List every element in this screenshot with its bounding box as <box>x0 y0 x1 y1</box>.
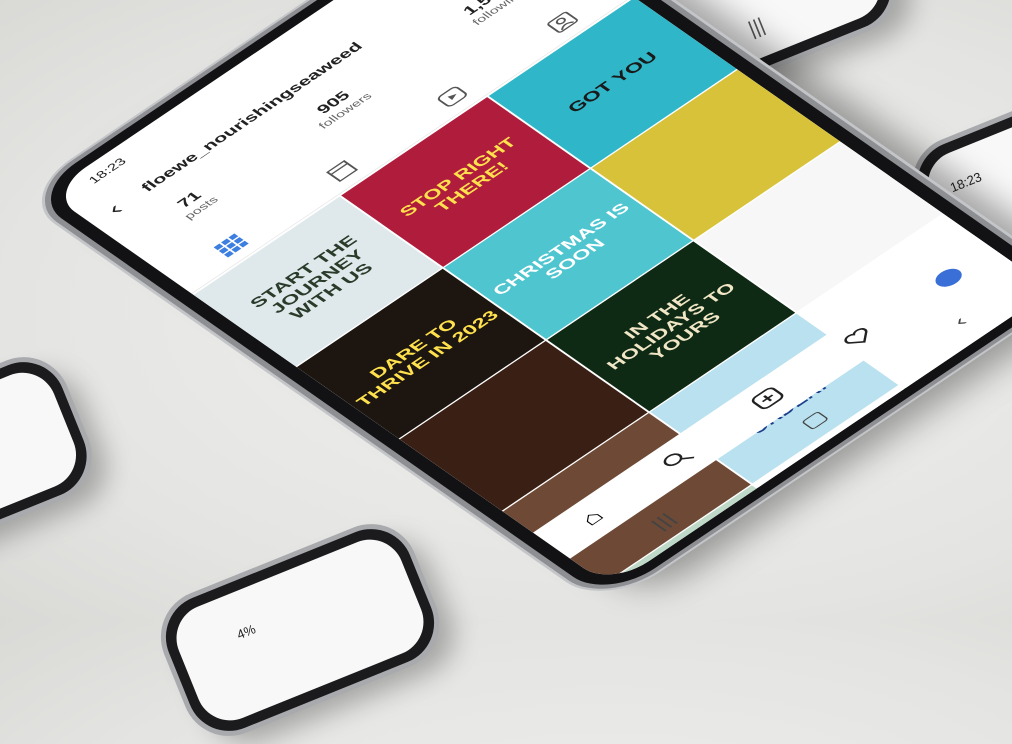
post-caption <box>721 564 738 576</box>
recent-apps-icon: ||| <box>745 14 769 41</box>
heart-nav-icon[interactable] <box>838 324 880 353</box>
phone-frame: 18:23 5% ‹ floewe_nourishingseaweed 71 p… <box>28 0 1012 601</box>
add-post-nav-icon[interactable] <box>748 385 790 414</box>
main-phone: 18:23 5% ‹ floewe_nourishingseaweed 71 p… <box>28 0 1012 601</box>
post-caption <box>515 420 532 432</box>
post-caption: GOT YOU <box>563 48 662 116</box>
following-stat[interactable]: 1,524 following <box>456 0 528 27</box>
tagged-icon <box>546 12 578 34</box>
background-phone-screen <box>0 362 87 538</box>
posts-stat[interactable]: 71 posts <box>168 185 221 221</box>
background-phone-left <box>0 349 100 551</box>
post-caption <box>707 149 724 161</box>
grid-icon <box>213 233 249 258</box>
background-phone-screen: 4% <box>166 529 434 731</box>
search-nav-icon[interactable] <box>657 445 699 474</box>
background-phone-bottom: 4% <box>153 516 447 744</box>
post-caption <box>869 465 886 477</box>
mockup-scene: ⌂ ||| 18:23 4% 18:23 5% ‹ floew <box>0 0 1012 744</box>
status-time: 18:23 <box>947 169 984 196</box>
post-caption <box>810 221 827 233</box>
feed-icon <box>325 160 358 183</box>
phone-screen: 18:23 5% ‹ floewe_nourishingseaweed 71 p… <box>47 0 1012 587</box>
home-nav-icon[interactable]: ⌂ <box>575 506 610 530</box>
status-battery: 4% <box>234 621 258 643</box>
recent-apps-icon[interactable]: ||| <box>646 509 681 533</box>
back-system-icon[interactable]: ‹ <box>947 312 972 329</box>
reels-icon <box>437 87 467 107</box>
profile-avatar-nav-icon[interactable] <box>929 265 967 291</box>
